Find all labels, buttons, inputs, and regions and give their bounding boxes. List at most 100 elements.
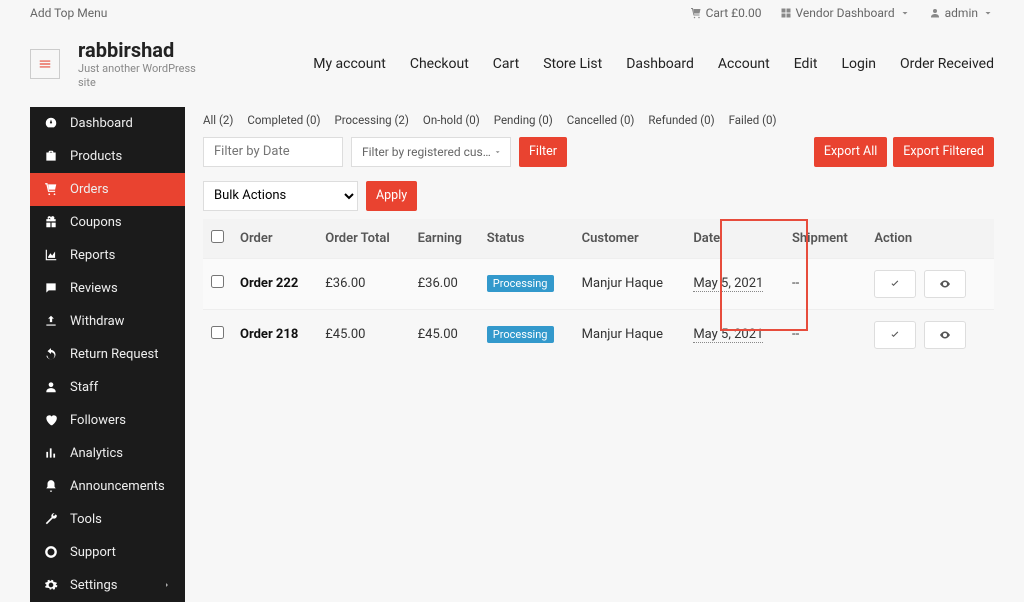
filter-customer-select[interactable]: Filter by registered custo… bbox=[351, 137, 511, 167]
eye-icon bbox=[939, 278, 951, 290]
sidebar-item-followers[interactable]: Followers bbox=[30, 404, 185, 437]
tab-on-hold[interactable]: On-hold (0) bbox=[423, 113, 480, 127]
upload-icon bbox=[44, 314, 58, 328]
complete-button[interactable] bbox=[874, 321, 916, 349]
export-filtered-button[interactable]: Export Filtered bbox=[893, 137, 994, 167]
nav-dashboard[interactable]: Dashboard bbox=[626, 56, 694, 72]
shopping-cart-icon bbox=[44, 182, 58, 196]
th-shipment: Shipment bbox=[784, 219, 866, 259]
row-checkbox[interactable] bbox=[211, 275, 224, 288]
sidebar-item-orders[interactable]: Orders bbox=[30, 173, 185, 206]
check-icon bbox=[889, 278, 901, 290]
cart-icon bbox=[690, 7, 702, 19]
site-title: rabbirshad bbox=[78, 38, 198, 62]
order-customer: Manjur Haque bbox=[574, 309, 686, 360]
cart-link[interactable]: Cart £0.00 bbox=[690, 6, 762, 20]
tab-processing[interactable]: Processing (2) bbox=[334, 113, 408, 127]
user-icon bbox=[929, 7, 941, 19]
sidebar-item-dashboard[interactable]: Dashboard bbox=[30, 107, 185, 140]
undo-icon bbox=[44, 347, 58, 361]
sidebar-item-settings[interactable]: Settings bbox=[30, 569, 185, 602]
filter-button[interactable]: Filter bbox=[519, 137, 567, 167]
sidebar-item-staff[interactable]: Staff bbox=[30, 371, 185, 404]
life-ring-icon bbox=[44, 545, 58, 559]
sidebar-item-withdraw[interactable]: Withdraw bbox=[30, 305, 185, 338]
tachometer-icon bbox=[44, 116, 58, 130]
nav-edit[interactable]: Edit bbox=[794, 56, 818, 72]
briefcase-icon bbox=[44, 149, 58, 163]
sidebar-item-analytics[interactable]: Analytics bbox=[30, 437, 185, 470]
eye-icon bbox=[939, 329, 951, 341]
filter-date-input[interactable] bbox=[203, 137, 343, 167]
order-link[interactable]: Order 218 bbox=[240, 327, 298, 342]
hamburger-icon bbox=[38, 57, 52, 71]
gift-icon bbox=[44, 215, 58, 229]
check-icon bbox=[889, 329, 901, 341]
sidebar-item-reviews[interactable]: Reviews bbox=[30, 272, 185, 305]
heart-icon bbox=[44, 413, 58, 427]
chevron-down-icon bbox=[493, 147, 502, 157]
status-badge: Processing bbox=[487, 326, 554, 343]
view-button[interactable] bbox=[924, 270, 966, 298]
sidebar-item-products[interactable]: Products bbox=[30, 140, 185, 173]
sidebar-item-announcements[interactable]: Announcements bbox=[30, 470, 185, 503]
nav-store-list[interactable]: Store List bbox=[543, 56, 602, 72]
status-badge: Processing bbox=[487, 275, 554, 292]
th-customer: Customer bbox=[574, 219, 686, 259]
view-button[interactable] bbox=[924, 321, 966, 349]
table-row: Order 222 £36.00 £36.00 Processing Manju… bbox=[203, 258, 994, 309]
order-total: £36.00 bbox=[317, 258, 409, 309]
wrench-icon bbox=[44, 512, 58, 526]
sidebar-item-support[interactable]: Support bbox=[30, 536, 185, 569]
tab-cancelled[interactable]: Cancelled (0) bbox=[567, 113, 635, 127]
th-action: Action bbox=[866, 219, 994, 259]
vendor-dashboard-link[interactable]: Vendor Dashboard bbox=[780, 6, 911, 20]
apply-button[interactable]: Apply bbox=[366, 181, 417, 211]
nav-my-account[interactable]: My account bbox=[313, 56, 386, 72]
nav-login[interactable]: Login bbox=[841, 56, 876, 72]
th-order: Order bbox=[232, 219, 317, 259]
sidebar-item-tools[interactable]: Tools bbox=[30, 503, 185, 536]
tab-refunded[interactable]: Refunded (0) bbox=[648, 113, 714, 127]
select-all-checkbox[interactable] bbox=[211, 230, 224, 243]
order-date: May 5, 2021 bbox=[693, 327, 763, 343]
comment-icon bbox=[44, 281, 58, 295]
nav-order-received[interactable]: Order Received bbox=[900, 56, 994, 72]
user-icon bbox=[44, 380, 58, 394]
tab-all[interactable]: All (2) bbox=[203, 113, 233, 127]
tab-pending[interactable]: Pending (0) bbox=[494, 113, 553, 127]
order-total: £45.00 bbox=[317, 309, 409, 360]
bulk-actions-select[interactable]: Bulk Actions bbox=[203, 181, 358, 211]
chevron-down-icon bbox=[899, 7, 911, 19]
site-tagline: Just another WordPress site bbox=[78, 62, 198, 91]
admin-user-link[interactable]: admin bbox=[929, 6, 994, 20]
sidebar-item-reports[interactable]: Reports bbox=[30, 239, 185, 272]
order-earning: £45.00 bbox=[410, 309, 479, 360]
order-shipment: -- bbox=[784, 258, 866, 309]
order-link[interactable]: Order 222 bbox=[240, 276, 298, 291]
bell-icon bbox=[44, 479, 58, 493]
nav-cart[interactable]: Cart bbox=[493, 56, 519, 72]
th-date: Date bbox=[685, 219, 784, 259]
th-earning: Earning bbox=[410, 219, 479, 259]
menu-toggle[interactable] bbox=[30, 49, 60, 79]
order-earning: £36.00 bbox=[410, 258, 479, 309]
export-all-button[interactable]: Export All bbox=[814, 137, 887, 167]
row-checkbox[interactable] bbox=[211, 326, 224, 339]
sidebar-item-return-request[interactable]: Return Request bbox=[30, 338, 185, 371]
analytics-icon bbox=[44, 446, 58, 460]
tab-completed[interactable]: Completed (0) bbox=[247, 113, 320, 127]
order-shipment: -- bbox=[784, 309, 866, 360]
sidebar-item-coupons[interactable]: Coupons bbox=[30, 206, 185, 239]
top-menu-link[interactable]: Add Top Menu bbox=[30, 6, 107, 20]
complete-button[interactable] bbox=[874, 270, 916, 298]
chevron-right-icon bbox=[163, 578, 171, 593]
table-row: Order 218 £45.00 £45.00 Processing Manju… bbox=[203, 309, 994, 360]
th-status: Status bbox=[479, 219, 574, 259]
tab-failed[interactable]: Failed (0) bbox=[729, 113, 777, 127]
nav-account[interactable]: Account bbox=[718, 56, 770, 72]
th-order-total: Order Total bbox=[317, 219, 409, 259]
nav-checkout[interactable]: Checkout bbox=[410, 56, 469, 72]
gear-icon bbox=[44, 578, 58, 592]
chevron-down-icon bbox=[982, 7, 994, 19]
